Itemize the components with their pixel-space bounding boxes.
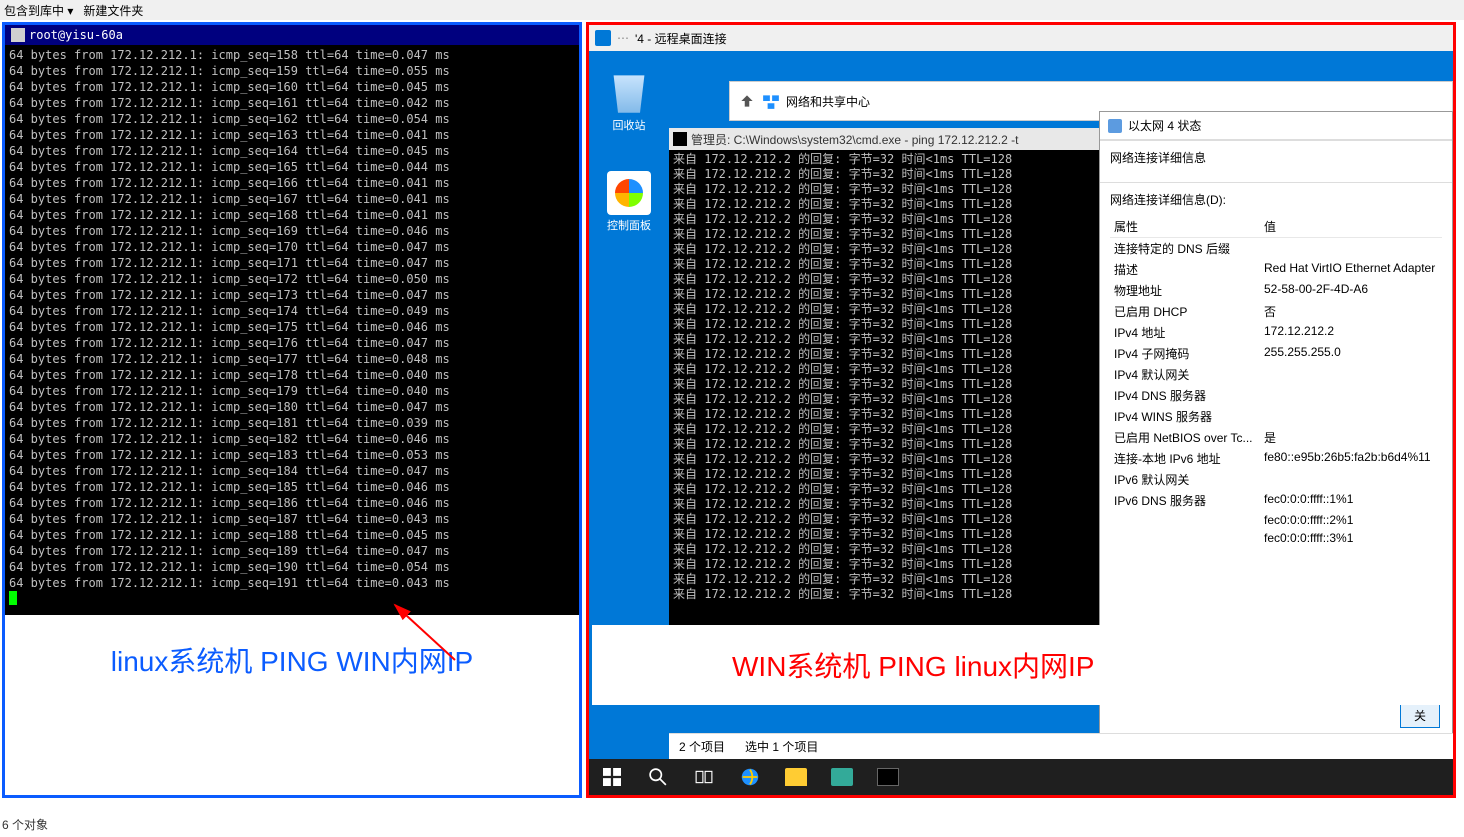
cmd-title-text: 管理员: C:\Windows\system32\cmd.exe - ping … (691, 131, 1018, 148)
windows-ping-panel: ⋯ '4 - 远程桌面连接 回收站 控制面板 网络和共享中心 (586, 22, 1456, 798)
table-row: IPv6 DNS 服务器fec0:0:0:ffff::1%1 (1110, 490, 1442, 511)
ie-taskbar-icon[interactable] (727, 759, 773, 795)
table-row: fec0:0:0:ffff::2%1 (1110, 511, 1442, 529)
table-row: 描述Red Hat VirtIO Ethernet Adapter (1110, 259, 1442, 280)
prop-value: Red Hat VirtIO Ethernet Adapter (1260, 259, 1442, 280)
left-caption-label: linux系统机 PING WIN内网IP (5, 615, 579, 705)
cmd-taskbar-icon[interactable] (865, 759, 911, 795)
ethernet-icon (1108, 119, 1122, 133)
cpanel-icon (607, 171, 651, 215)
search-button[interactable] (635, 759, 681, 795)
table-row: 已启用 NetBIOS over Tc...是 (1110, 427, 1442, 448)
prop-value: 172.12.212.2 (1260, 322, 1442, 343)
cmd-titlebar[interactable]: 管理员: C:\Windows\system32\cmd.exe - ping … (669, 128, 1099, 150)
putty-icon (11, 28, 25, 42)
prop-name (1110, 511, 1260, 529)
table-row: IPv4 WINS 服务器 (1110, 406, 1442, 427)
include-in-library-menu[interactable]: 包含到库中 ▾ (4, 2, 73, 19)
ethernet-status-titlebar[interactable]: 以太网 4 状态 (1100, 112, 1452, 140)
table-row: IPv4 DNS 服务器 (1110, 385, 1442, 406)
table-row: IPv4 地址172.12.212.2 (1110, 322, 1442, 343)
table-row: IPv4 默认网关 (1110, 364, 1442, 385)
control-panel-icon[interactable]: 控制面板 (599, 171, 659, 233)
prop-name: IPv4 子网掩码 (1110, 343, 1260, 364)
network-details-table: 属性 值 连接特定的 DNS 后缀描述Red Hat VirtIO Ethern… (1110, 216, 1442, 547)
windows-taskbar[interactable] (589, 759, 1453, 795)
prop-name: IPv6 默认网关 (1110, 469, 1260, 490)
rdp-icon (595, 30, 611, 46)
prop-value: 52-58-00-2F-4D-A6 (1260, 280, 1442, 301)
col-property: 属性 (1110, 216, 1260, 238)
network-center-icon (762, 92, 780, 110)
cmd-icon (673, 132, 687, 146)
table-row: IPv6 默认网关 (1110, 469, 1442, 490)
prop-name: IPv4 默认网关 (1110, 364, 1260, 385)
right-caption-label: WIN系统机 PING linux内网IP (592, 625, 1450, 705)
prop-value (1260, 469, 1442, 490)
table-row: 连接特定的 DNS 后缀 (1110, 238, 1442, 260)
status-item-count: 2 个项目 (679, 738, 725, 755)
prop-name: 已启用 NetBIOS over Tc... (1110, 427, 1260, 448)
col-value: 值 (1260, 216, 1442, 238)
recycle-icon (607, 71, 651, 115)
netstatus-section-label: 网络连接详细信息 (1110, 149, 1442, 166)
prop-name: 描述 (1110, 259, 1260, 280)
explorer-statusbar: 2 个项目 选中 1 个项目 (669, 733, 1453, 759)
up-arrow-icon[interactable] (738, 92, 756, 110)
cmd-output: 来自 172.12.212.2 的回复: 字节=32 时间<1ms TTL=12… (669, 150, 1099, 604)
prop-name: IPv4 地址 (1110, 322, 1260, 343)
rdp-title-text: '4 - 远程桌面连接 (635, 30, 727, 47)
prop-value (1260, 385, 1442, 406)
new-folder-button[interactable]: 新建文件夹 (83, 2, 143, 19)
recycle-bin-icon[interactable]: 回收站 (599, 71, 659, 133)
prop-name: 连接-本地 IPv6 地址 (1110, 448, 1260, 469)
prop-value (1260, 406, 1442, 427)
rdp-titlebar[interactable]: ⋯ '4 - 远程桌面连接 (589, 25, 1453, 51)
prop-value: fec0:0:0:ffff::3%1 (1260, 529, 1442, 547)
prop-value: fec0:0:0:ffff::2%1 (1260, 511, 1442, 529)
putty-titlebar[interactable]: root@yisu-60a (5, 25, 579, 45)
table-row: 物理地址52-58-00-2F-4D-A6 (1110, 280, 1442, 301)
recycle-label: 回收站 (599, 117, 659, 133)
prop-name: 连接特定的 DNS 后缀 (1110, 238, 1260, 260)
putty-terminal[interactable]: 64 bytes from 172.12.212.1: icmp_seq=158… (5, 45, 579, 615)
status-selected-count: 选中 1 个项目 (745, 738, 818, 755)
explorer-location-text: 网络和共享中心 (786, 93, 870, 110)
putty-title-text: root@yisu-60a (29, 28, 123, 42)
cpanel-label: 控制面板 (599, 217, 659, 233)
prop-value: fe80::e95b:26b5:fa2b:b6d4%11 (1260, 448, 1442, 469)
explorer-toolbar: 包含到库中 ▾ 新建文件夹 (0, 0, 1464, 20)
prop-name: 已启用 DHCP (1110, 301, 1260, 322)
table-row: fec0:0:0:ffff::3%1 (1110, 529, 1442, 547)
prop-value: 255.255.255.0 (1260, 343, 1442, 364)
explorer-taskbar-icon[interactable] (773, 759, 819, 795)
ethernet-status-title-text: 以太网 4 状态 (1128, 117, 1201, 134)
close-button[interactable]: 关 (1400, 704, 1440, 728)
prop-value: 否 (1260, 301, 1442, 322)
prop-name: IPv4 DNS 服务器 (1110, 385, 1260, 406)
table-row: 已启用 DHCP否 (1110, 301, 1442, 322)
prop-name (1110, 529, 1260, 547)
prop-value (1260, 364, 1442, 385)
prop-name: IPv6 DNS 服务器 (1110, 490, 1260, 511)
table-row: 连接-本地 IPv6 地址fe80::e95b:26b5:fa2b:b6d4%1… (1110, 448, 1442, 469)
task-view-button[interactable] (681, 759, 727, 795)
prop-value (1260, 238, 1442, 260)
linux-ping-panel: root@yisu-60a 64 bytes from 172.12.212.1… (2, 22, 582, 798)
netstatus-detail-prompt: 网络连接详细信息(D): (1110, 191, 1442, 208)
prop-name: 物理地址 (1110, 280, 1260, 301)
table-row: IPv4 子网掩码255.255.255.0 (1110, 343, 1442, 364)
prop-value: fec0:0:0:ffff::1%1 (1260, 490, 1442, 511)
start-button[interactable] (589, 759, 635, 795)
host-statusbar-text: 6 个对象 (2, 816, 48, 833)
prop-value: 是 (1260, 427, 1442, 448)
cmd-window[interactable]: 管理员: C:\Windows\system32\cmd.exe - ping … (669, 128, 1099, 648)
server-manager-taskbar-icon[interactable] (819, 759, 865, 795)
prop-name: IPv4 WINS 服务器 (1110, 406, 1260, 427)
